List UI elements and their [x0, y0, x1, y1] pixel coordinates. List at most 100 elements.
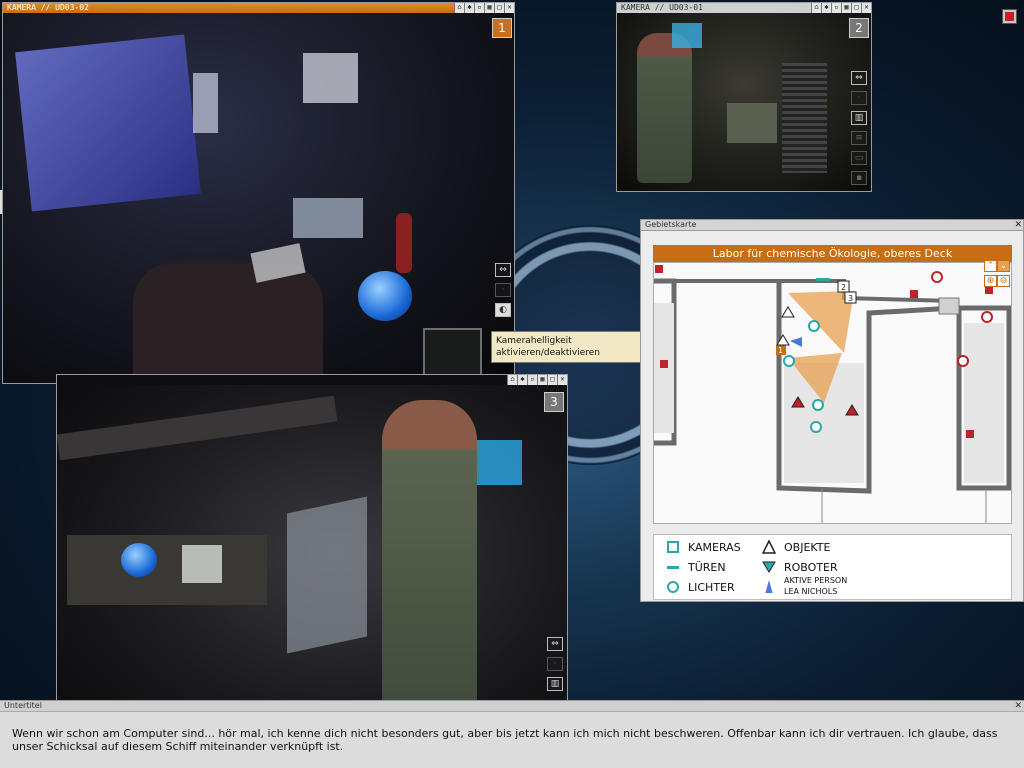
light-circle: [783, 355, 795, 367]
area-map-window[interactable]: Gebietskarte ✕ Labor für chemische Ökolo…: [640, 219, 1024, 602]
camera-number-badge: 1: [492, 18, 512, 38]
stack-icon[interactable]: ≡: [851, 131, 867, 145]
layout-button[interactable]: ▦: [484, 3, 494, 13]
camera-controls: ⇔ · ▥ ≡ ▭ ▪: [851, 71, 867, 191]
gear-icon[interactable]: ✱: [821, 3, 831, 13]
exit-button[interactable]: [1002, 9, 1017, 24]
light-marker: [655, 265, 663, 273]
minimize-button[interactable]: ▫: [474, 3, 484, 13]
camera-marker-1-label: 1: [778, 346, 783, 355]
screen-object: [477, 440, 522, 485]
map-titlebar[interactable]: Gebietskarte ✕: [641, 220, 1023, 231]
fit-view-icon[interactable]: ⇔: [547, 637, 563, 651]
object-legend-icon: [762, 540, 776, 554]
subtitle-window-title: Untertitel: [4, 701, 42, 710]
aux-icon[interactable]: ▪: [851, 171, 867, 185]
close-button[interactable]: ✕: [861, 3, 871, 13]
levels-icon[interactable]: ▥: [547, 677, 563, 691]
camera-marker-2-label: 2: [841, 283, 846, 292]
lock-icon[interactable]: ⌂: [811, 3, 821, 13]
crosshair-icon[interactable]: ·: [851, 91, 867, 105]
legend-active-person: AKTIVE PERSON LEA NICHOLS: [762, 575, 847, 597]
legend-doors: TÜREN: [666, 560, 726, 574]
fit-view-icon[interactable]: ⇔: [495, 263, 511, 277]
camera-marker-3-label: 3: [848, 294, 853, 303]
legend-doors-label: TÜREN: [688, 560, 726, 574]
maximize-button[interactable]: □: [547, 375, 557, 385]
camera-number-badge: 3: [544, 392, 564, 412]
floor-room: [964, 323, 1004, 483]
person-legend-icon: [765, 580, 773, 593]
camera-title: KAMERA // UD03-01: [621, 3, 703, 12]
subtitle-window: Untertitel ✕ Wenn wir schon am Computer …: [0, 700, 1024, 768]
minimize-button[interactable]: ▫: [831, 3, 841, 13]
camera-controls: ⇔ · ▥: [547, 637, 563, 697]
brightness-toggle-icon[interactable]: ◐: [495, 303, 511, 317]
door: [938, 297, 960, 315]
light-circle: [808, 320, 820, 332]
crosshair-icon[interactable]: ·: [495, 283, 511, 297]
scroll-up-icon[interactable]: ⌃: [984, 260, 997, 272]
legend-objects: OBJEKTE: [762, 540, 830, 554]
legend-robots-label: ROBOTER: [784, 560, 838, 574]
camera-marker-3: 3: [844, 291, 857, 304]
minimize-button[interactable]: ▫: [527, 375, 537, 385]
legend-cameras-label: KAMERAS: [688, 540, 741, 554]
floor-plan[interactable]: 1 2 3: [653, 262, 1012, 524]
camera-feed-2: [617, 13, 871, 191]
gear-icon[interactable]: ✱: [517, 375, 527, 385]
camera-titlebar[interactable]: ⌂ ✱ ▫ ▦ □ ✕: [57, 375, 567, 385]
lock-icon[interactable]: ⌂: [507, 375, 517, 385]
maximize-button[interactable]: □: [851, 3, 861, 13]
scroll-down-icon[interactable]: ⌄: [997, 260, 1010, 272]
camera-marker-1: 1: [776, 345, 786, 355]
subtitle-text: Wenn wir schon am Computer sind... hör m…: [12, 727, 998, 753]
pipe-object: [57, 395, 338, 461]
crosshair-icon[interactable]: ·: [547, 657, 563, 671]
legend-lights: LICHTER: [666, 580, 735, 594]
camera-window-2[interactable]: KAMERA // UD03-01 ⌂ ✱ ▫ ▦ □ ✕ 2 ⇔ · ▥ ≡ …: [616, 2, 872, 192]
floor-plan-svg: 1 2 3: [654, 263, 1011, 523]
legend-active-person-name: LEA NICHOLS: [784, 587, 838, 596]
camera-controls: ⇔ · ◐: [495, 263, 511, 323]
fit-view-icon[interactable]: ⇔: [851, 71, 867, 85]
shelf-object: [67, 535, 267, 605]
close-button[interactable]: ✕: [504, 3, 514, 13]
zoom-out-icon[interactable]: ⊖: [997, 275, 1010, 287]
lock-icon[interactable]: ⌂: [454, 3, 464, 13]
close-icon: [1005, 12, 1014, 21]
light-circle: [812, 399, 824, 411]
camera-legend-icon: [667, 541, 679, 553]
tooltip-line2: aktivieren/deaktivieren: [496, 348, 601, 358]
map-location-title: Labor für chemische Ökologie, oberes Dec…: [653, 245, 1012, 262]
subtitle-titlebar[interactable]: Untertitel ✕: [0, 701, 1024, 712]
person-figure: [637, 33, 692, 183]
close-button[interactable]: ✕: [1014, 701, 1022, 711]
gear-icon[interactable]: ✱: [464, 3, 474, 13]
camera-number-badge: 2: [849, 18, 869, 38]
equipment-rack-object: [287, 496, 367, 654]
layout-button[interactable]: ▦: [841, 3, 851, 13]
extinguisher-object: [396, 213, 412, 273]
zoom-in-icon[interactable]: ⊕: [984, 275, 997, 287]
levels-icon[interactable]: ▥: [851, 111, 867, 125]
legend-robots: ROBOTER: [762, 560, 838, 574]
door-legend-icon: [667, 566, 679, 569]
maximize-button[interactable]: □: [494, 3, 504, 13]
close-button[interactable]: ✕: [557, 375, 567, 385]
tooltip: Kamerahelligkeit aktivieren/deaktivieren: [491, 331, 646, 363]
robot-legend-icon: [762, 561, 776, 573]
frame-icon[interactable]: ▭: [851, 151, 867, 165]
light-marker: [931, 271, 943, 283]
map-window-title: Gebietskarte: [645, 220, 697, 229]
close-button[interactable]: ✕: [1014, 220, 1022, 230]
camera-window-1[interactable]: KAMERA // UD03-02 ⌂ ✱ ▫ ▦ □ ✕ 1 ⇔ · ◐: [2, 2, 515, 384]
vent-object: [782, 63, 827, 173]
light-marker: [957, 355, 969, 367]
box-object: [303, 53, 358, 103]
layout-button[interactable]: ▦: [537, 375, 547, 385]
light-marker: [966, 430, 974, 438]
map-legend: KAMERAS TÜREN LICHTER OBJEKTE ROBOTER AK…: [653, 534, 1012, 600]
blue-orb-object: [358, 271, 412, 321]
screen-object: [672, 23, 702, 48]
